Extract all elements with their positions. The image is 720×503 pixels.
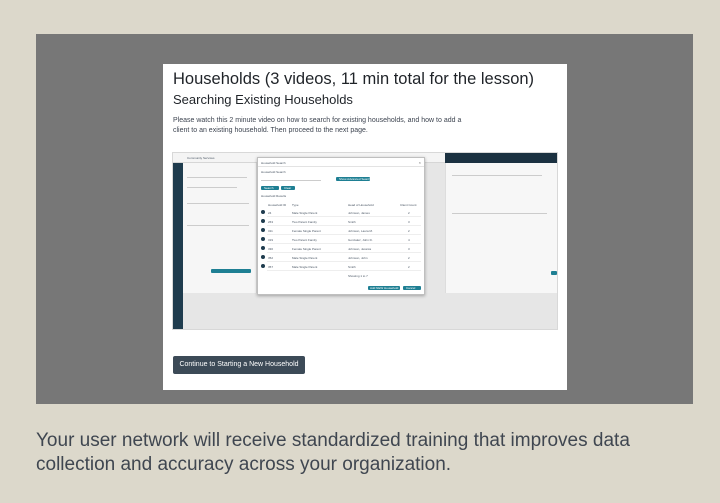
close-icon[interactable]: × — [419, 160, 421, 165]
household-search-modal: Household Search × Household Search Show… — [257, 157, 425, 295]
column-header: Head of Household — [348, 203, 374, 207]
lesson-card: Households (3 videos, 11 min total for t… — [163, 64, 567, 390]
column-header: Type — [292, 203, 299, 207]
app-name: Community Services — [187, 156, 215, 160]
app-user-bar — [445, 153, 557, 163]
advanced-search-button[interactable]: Show Advanced Search — [336, 177, 371, 181]
clear-button[interactable]: Clear — [281, 186, 295, 190]
app-left-panel — [183, 163, 257, 293]
column-header: Household ID — [268, 203, 287, 207]
lesson-description: Please watch this 2 minute video on how … — [173, 117, 462, 134]
showing-count: Showing 1 to 7 — [348, 274, 368, 278]
content-frame: Households (3 videos, 11 min total for t… — [36, 34, 693, 404]
app-sidebar — [173, 163, 183, 329]
search-button[interactable]: Search — [261, 186, 279, 190]
column-header: Client Count — [400, 203, 417, 207]
modal-header: Household Search × — [258, 158, 424, 167]
video-player[interactable]: Community Services Household Search × Ho… — [172, 152, 558, 330]
add-new-household-button[interactable]: Add NEW Household — [368, 286, 400, 290]
lesson-title: Households (3 videos, 11 min total for t… — [173, 70, 535, 88]
caption-text: Your user network will receive standardi… — [36, 430, 630, 475]
app-right-panel — [445, 163, 557, 293]
cancel-button[interactable]: Cancel — [403, 286, 421, 290]
modal-title: Household Search — [261, 161, 286, 165]
lesson-subtitle: Searching Existing Households — [173, 92, 353, 107]
results-section-label: Household Results — [261, 194, 287, 198]
search-section-label: Household Search — [261, 170, 286, 174]
continue-button[interactable]: Continue to Starting a New Household — [173, 356, 305, 374]
